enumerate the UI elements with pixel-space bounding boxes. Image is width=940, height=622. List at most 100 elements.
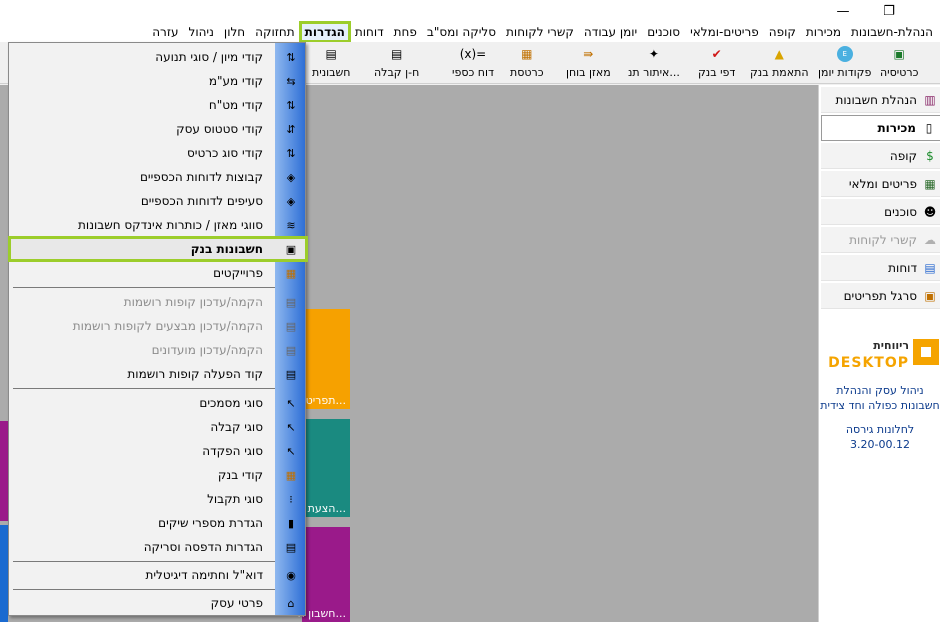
panel-agents[interactable]: ☻ סוכנים <box>821 199 940 225</box>
toolbar-ledger-button[interactable]: ▦ כרטסת <box>510 44 544 82</box>
document-types-icon: ↖ <box>286 396 296 410</box>
toolbar-label: דפי בנק <box>698 66 736 79</box>
toolbar-label: חשבונית <box>312 66 351 79</box>
menu-item-bank-accounts[interactable]: חשבונות בנק ▣ <box>8 236 308 262</box>
toolbar-find-entry-button[interactable]: ✦ איתור תנ... <box>628 44 680 82</box>
menu-maintenance[interactable]: תחזוקה <box>250 22 300 42</box>
menu-item-sort-codes[interactable]: קודי מיון / סוגי תנועה ⇅ <box>9 45 307 69</box>
menu-item-report-groups[interactable]: קבוצות לדוחות הכספיים ◈ <box>9 165 307 189</box>
toolbar-label: ח-ן קבלה <box>374 66 420 79</box>
menu-item-report-sections[interactable]: סעיפים לדוחות הכספיים ◈ <box>9 189 307 213</box>
menu-work-diary[interactable]: יומן עבודה <box>579 22 642 42</box>
menu-management[interactable]: ניהול <box>184 22 219 42</box>
menu-item-email-signature[interactable]: דוא"ל וחתימה דיגיטלית ◉ <box>9 563 307 587</box>
toolbar-label: התאמת בנק <box>750 66 809 79</box>
sort-codes-icon: ⇅ <box>286 50 296 64</box>
menu-item-register-activation[interactable]: קוד הפעלה קופות רושמות ▤ <box>9 362 307 386</box>
menu-agents[interactable]: סוכנים <box>642 22 685 42</box>
bank-codes-icon: ▦ <box>285 468 297 482</box>
menu-items-inventory[interactable]: פריטים-ומלאי <box>685 22 764 42</box>
menu-cash[interactable]: קופה <box>764 22 801 42</box>
checkmark-icon: ✔ <box>711 47 722 61</box>
panel-cash[interactable]: $ קופה <box>821 143 940 169</box>
maximize-button[interactable]: ❐ <box>866 0 912 22</box>
menu-item-label: קודי מט"ח <box>208 98 263 112</box>
menu-item-currency-codes[interactable]: קודי מט"ח ⇅ <box>9 93 307 117</box>
menu-item-print-scan[interactable]: הגדרות הדפסה וסריקה ▤ <box>9 535 307 559</box>
menu-item-business-status[interactable]: קודי סטטוס עסק ⇵ <box>9 117 307 141</box>
tile-orange[interactable]: תפריט מ... <box>295 309 350 409</box>
panel-label: קשרי לקוחות <box>849 232 917 247</box>
toolbar-bank-reconciliation-button[interactable]: ▲ התאמת בנק <box>750 44 809 82</box>
panel-label: הנהלת חשבונות <box>835 92 917 107</box>
menu-item-label: פרוייקטים <box>213 266 263 280</box>
menu-item-projects[interactable]: פרוייקטים ▦ <box>9 261 307 285</box>
print-scan-icon: ▤ <box>285 540 297 554</box>
panel-menu-bar[interactable]: ▣ סרגל תפריטים <box>821 283 940 309</box>
report-sections-icon: ◈ <box>286 194 296 208</box>
payment-types-icon: ⁝ <box>289 492 293 506</box>
menu-settings[interactable]: הגדרות <box>298 21 351 43</box>
menu-item-label: הגדרות הדפסה וסריקה <box>143 540 263 554</box>
menu-item-business-details[interactable]: פרטי עסק ⌂ <box>9 591 307 615</box>
invoice-icon: ▤ <box>325 47 337 61</box>
minimize-button[interactable]: — <box>820 0 866 22</box>
menu-bar-icon: ▣ <box>924 288 936 303</box>
panel-accounting[interactable]: ▥ הנהלת חשבונות <box>821 87 940 113</box>
panel-reports[interactable]: ▤ דוחות <box>821 255 940 281</box>
right-panel: ▥ הנהלת חשבונות ▯ מכירות $ קופה ▦ פריטים… <box>818 85 940 622</box>
panel-customers[interactable]: ☁ קשרי לקוחות <box>821 227 940 253</box>
menu-clearing[interactable]: סליקה ומס"ב <box>422 22 501 42</box>
menu-item-receipt-types[interactable]: סוגי קבלה ↖ <box>9 415 307 439</box>
menu-item-payment-types[interactable]: סוגי תקבול ⁝ <box>9 487 307 511</box>
menu-item-label: חשבונות בנק <box>190 242 263 256</box>
menu-reports[interactable]: דוחות <box>350 22 389 42</box>
toolbar-invoice-button[interactable]: ▤ חשבונית <box>312 44 350 82</box>
settings-dropdown-menu: קודי מיון / סוגי תנועה ⇅ קודי מע"מ ⇆ קוד… <box>8 42 308 616</box>
menu-item-register-promotions[interactable]: הקמה/עדכון מבצעים לקופות רושמות ▤ <box>9 314 307 338</box>
menu-item-label: סוגי תקבול <box>207 492 263 506</box>
edit-icon: E <box>836 46 853 62</box>
toolbar-receipt-button[interactable]: ▤ ח-ן קבלה <box>374 44 419 82</box>
menu-sales[interactable]: מכירות <box>801 22 846 42</box>
toolbar-trial-balance-button[interactable]: ⇛ מאזן בוחן <box>566 44 611 82</box>
panel-label: מכירות <box>877 121 916 135</box>
menu-help[interactable]: עזרה <box>147 22 183 42</box>
toolbar-journal-button[interactable]: E פקודות יומן <box>818 44 871 82</box>
menu-item-card-type[interactable]: קודי סוג כרטיס ⇅ <box>9 141 307 165</box>
menu-item-document-types[interactable]: סוגי מסמכים ↖ <box>9 391 307 415</box>
menu-item-clubs[interactable]: הקמה/עדכון מועדונים ▤ <box>9 338 307 362</box>
formula-icon: (x)= <box>459 47 487 61</box>
panel-label: סוכנים <box>884 204 917 219</box>
brand-line2: חשבונות כפולה וחד צידית <box>820 399 940 412</box>
tile-purple-left <box>0 421 8 521</box>
menu-item-vat-codes[interactable]: קודי מע"מ ⇆ <box>9 69 307 93</box>
menu-item-label: הקמה/עדכון קופות רושמות <box>123 295 263 309</box>
brand-line3: לחלונות גירסה <box>845 423 915 436</box>
brand-logo-bottom: DESKTOP <box>828 355 909 371</box>
menu-depreciation[interactable]: פחת <box>389 22 422 42</box>
toolbar-label: איתור תנ... <box>628 66 680 79</box>
menu-item-label: סוגי מסמכים <box>199 396 263 410</box>
menu-customer-relations[interactable]: קשרי לקוחות <box>501 22 579 42</box>
menu-item-cash-registers[interactable]: הקמה/עדכון קופות רושמות ▤ <box>9 290 307 314</box>
menu-bar: הנהלת-חשבונות מכירות קופה פריטים-ומלאי ס… <box>0 21 940 43</box>
menu-item-label: קודי מע"מ <box>208 74 263 88</box>
clubs-icon: ▤ <box>285 343 297 357</box>
panel-inventory[interactable]: ▦ פריטים ומלאי <box>821 171 940 197</box>
menu-item-check-numbers[interactable]: הגדרת מספרי שיקים ▮ <box>9 511 307 535</box>
tile-purple[interactable]: חשבון ה... <box>297 527 350 622</box>
panel-label: קופה <box>889 148 917 163</box>
toolbar-card-tab-button[interactable]: ▣ כרטיסיה <box>880 44 918 82</box>
tile-teal[interactable]: הצעת מ... <box>297 419 350 517</box>
toolbar-bank-pages-button[interactable]: ✔ דפי בנק <box>698 44 735 82</box>
menu-item-deposit-types[interactable]: סוגי הפקדה ↖ <box>9 439 307 463</box>
menu-window[interactable]: חלון <box>219 22 250 42</box>
menu-item-label: קודי סטטוס עסק <box>176 122 263 136</box>
menu-accounting[interactable]: הנהלת-חשבונות <box>846 22 938 42</box>
menu-item-bank-codes[interactable]: קודי בנק ▦ <box>9 463 307 487</box>
agent-icon: ☻ <box>923 204 937 219</box>
toolbar-financial-report-button[interactable]: (x)= דוח כספי <box>452 44 494 82</box>
menu-item-balance-categories[interactable]: סווגי מאזן / כותרות אינדקס חשבונות ≋ <box>9 213 307 237</box>
panel-sales[interactable]: ▯ מכירות <box>821 115 940 141</box>
